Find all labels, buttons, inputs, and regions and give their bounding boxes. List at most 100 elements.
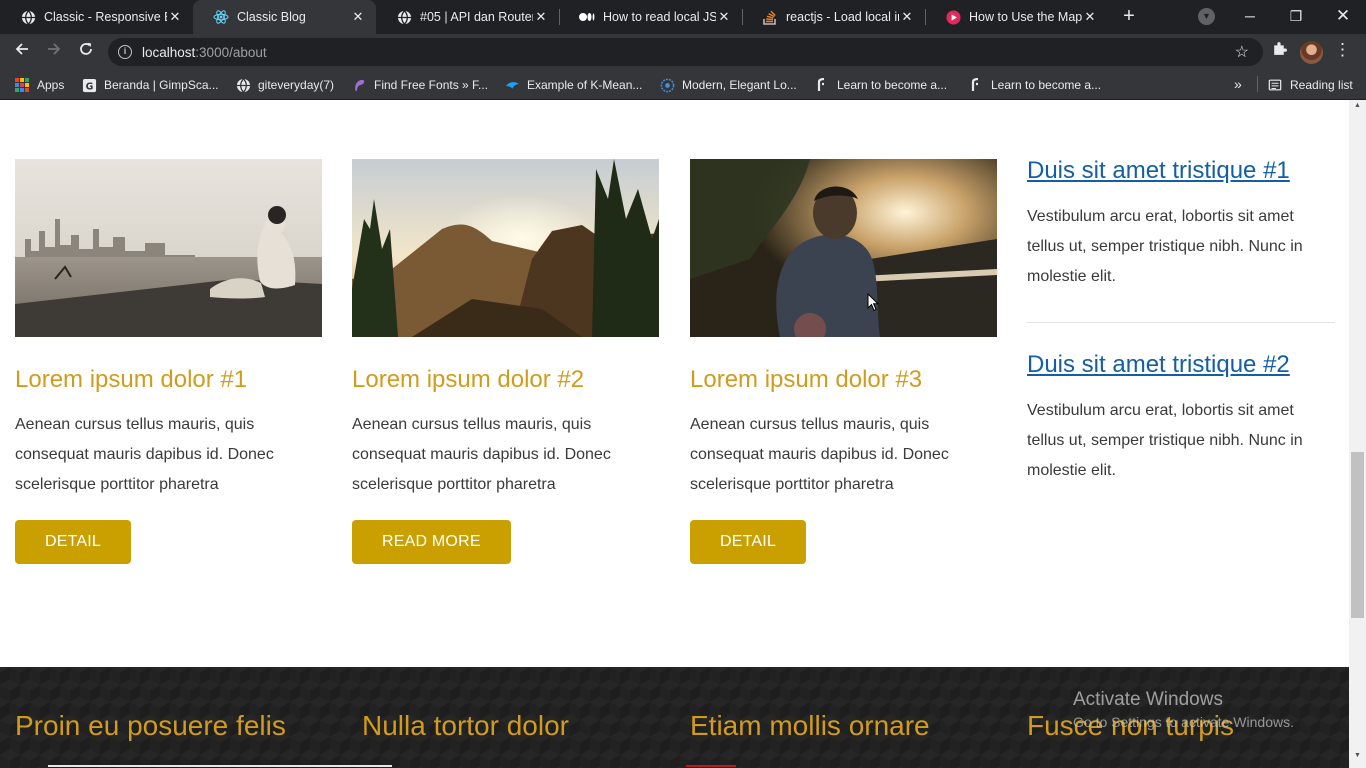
new-tab-button[interactable]: +	[1118, 5, 1140, 27]
bookmark-label: Learn to become a...	[837, 78, 948, 92]
bookmark-star-icon[interactable]: ☆	[1235, 42, 1249, 62]
browser-toolbar: i localhost:3000/about ☆	[0, 34, 1366, 70]
address-bar[interactable]: i localhost:3000/about ☆	[108, 38, 1263, 66]
tab-classic-blog[interactable]: Classic Blog ✕	[193, 0, 376, 34]
profile-avatar[interactable]	[1300, 41, 1323, 64]
bookmarks-overflow-icon[interactable]: »	[1234, 76, 1242, 92]
sidebar-post-text: Vestibulum arcu erat, lobortis sit amet …	[1027, 208, 1303, 285]
minimize-icon[interactable]: ─	[1237, 4, 1263, 28]
bookmark-gimpscape[interactable]: G Beranda | GimpSca...	[81, 76, 219, 94]
post-title[interactable]: Lorem ipsum dolor #1	[15, 365, 322, 395]
scrollbar-thumb[interactable]	[1351, 452, 1364, 618]
bookmark-roadmap-1[interactable]: Learn to become a...	[814, 76, 947, 94]
footer-heading: Nulla tortor dolor	[362, 710, 569, 741]
post-image-1[interactable]	[15, 159, 322, 337]
tab-use-map[interactable]: How to Use the Map() ✕	[925, 0, 1108, 34]
bookmark-label: Modern, Elegant Lo...	[682, 78, 797, 92]
post-image-3[interactable]	[690, 159, 997, 337]
footer-heading: Etiam mollis ornare	[690, 710, 930, 741]
tab-title: reactjs - Load local im	[786, 10, 899, 24]
bookmark-label: Find Free Fonts » F...	[374, 78, 489, 92]
medium-icon	[579, 9, 595, 25]
bookmark-modern-elegant[interactable]: Modern, Elegant Lo...	[659, 76, 797, 94]
tab-title: Classic - Responsive Bl	[44, 10, 167, 24]
sidebar-posts: Duis sit amet tristique #1 Vestibulum ar…	[1027, 155, 1335, 516]
scroll-up-arrow-icon[interactable]: ▲	[1349, 102, 1366, 112]
tab-classic-responsive[interactable]: Classic - Responsive Bl ✕	[0, 0, 193, 34]
roadmap-icon	[814, 77, 830, 93]
scroll-down-arrow-icon[interactable]: ▼	[1349, 752, 1366, 766]
close-tab-icon[interactable]: ✕	[1082, 9, 1098, 25]
bookmark-label: Learn to become a...	[991, 78, 1102, 92]
sidebar-post-link[interactable]: Duis sit amet tristique #2	[1027, 349, 1335, 381]
footer-divider	[48, 765, 392, 767]
post-card-1: Lorem ipsum dolor #1 Aenean cursus tellu…	[15, 159, 322, 564]
activate-windows-subtitle: Go to Settings to activate Windows.	[1073, 714, 1294, 730]
bookmark-roadmap-2[interactable]: Learn to become a...	[968, 76, 1101, 94]
bird-icon	[504, 77, 520, 93]
video-icon	[945, 9, 961, 25]
tab-api-router[interactable]: #05 | API dan Router d ✕	[376, 0, 559, 34]
detail-button[interactable]: DETAIL	[15, 520, 132, 564]
tab-read-local-json[interactable]: How to read local JSO ✕	[559, 0, 742, 34]
tab-search-icon[interactable]: ▼	[1198, 8, 1215, 25]
back-icon[interactable]	[10, 40, 34, 64]
close-tab-icon[interactable]: ✕	[716, 9, 732, 25]
page-scrollbar[interactable]: ▲ ▼	[1349, 100, 1366, 768]
bookmarks-divider	[1257, 76, 1258, 92]
bookmark-kmeans[interactable]: Example of K-Mean...	[504, 76, 642, 94]
bookmark-giteveryday[interactable]: giteveryday(7)	[235, 76, 334, 94]
detail-button[interactable]: DETAIL	[690, 520, 807, 564]
globe-icon	[396, 9, 412, 25]
tab-title: How to Use the Map()	[969, 10, 1082, 24]
bookmark-apps[interactable]: Apps	[14, 76, 64, 94]
close-tab-icon[interactable]: ✕	[167, 9, 183, 25]
bookmark-label: Beranda | GimpSca...	[104, 78, 219, 92]
tab-title: Classic Blog	[237, 10, 306, 24]
close-tab-icon[interactable]: ✕	[533, 9, 549, 25]
post-excerpt: Aenean cursus tellus mauris, quis conseq…	[352, 416, 611, 493]
close-tab-icon[interactable]: ✕	[350, 9, 366, 25]
mouse-cursor-icon	[867, 293, 879, 312]
activate-windows-title: Activate Windows	[1073, 689, 1223, 710]
extensions-icon[interactable]	[1269, 40, 1289, 60]
more-menu-icon[interactable]: ⋮	[1334, 40, 1351, 60]
globe-icon	[235, 77, 251, 93]
globe-icon	[20, 9, 36, 25]
apps-icon	[14, 77, 30, 93]
tab-strip: Classic - Responsive Bl ✕ Classic Blog ✕…	[0, 0, 1366, 34]
bookmarks-bar: Apps G Beranda | GimpSca... giteveryday(…	[0, 70, 1366, 100]
badge-icon	[659, 77, 675, 93]
post-title[interactable]: Lorem ipsum dolor #3	[690, 365, 997, 395]
reading-list-label: Reading list	[1290, 78, 1353, 92]
tab-reactjs-load-local[interactable]: reactjs - Load local im ✕	[742, 0, 925, 34]
post-card-2: Lorem ipsum dolor #2 Aenean cursus tellu…	[352, 159, 659, 564]
forward-icon[interactable]	[42, 40, 66, 64]
reload-icon[interactable]	[74, 40, 98, 64]
post-card-3: Lorem ipsum dolor #3 Aenean cursus tellu…	[690, 159, 997, 564]
close-tab-icon[interactable]: ✕	[899, 9, 915, 25]
read-more-button[interactable]: READ MORE	[352, 520, 511, 564]
url-path: :3000/about	[195, 45, 267, 60]
reading-list-button[interactable]: Reading list	[1267, 76, 1353, 94]
reading-list-icon	[1267, 77, 1283, 93]
bookmark-free-fonts[interactable]: Find Free Fonts » F...	[351, 76, 488, 94]
footer-accent-bar	[686, 765, 736, 767]
gimp-icon: G	[81, 77, 97, 93]
react-icon	[213, 9, 229, 25]
post-title[interactable]: Lorem ipsum dolor #2	[352, 365, 659, 395]
sidebar-post-text: Vestibulum arcu erat, lobortis sit amet …	[1027, 402, 1303, 479]
bookmark-label: Example of K-Mean...	[527, 78, 643, 92]
restore-icon[interactable]: ❐	[1283, 4, 1309, 28]
window-close-icon[interactable]: ✕	[1330, 4, 1356, 28]
url-text: localhost:3000/about	[142, 45, 267, 60]
post-excerpt: Aenean cursus tellus mauris, quis conseq…	[15, 416, 274, 493]
post-image-2[interactable]	[352, 159, 659, 337]
sidebar-post-1: Duis sit amet tristique #1 Vestibulum ar…	[1027, 155, 1335, 322]
site-info-icon[interactable]: i	[118, 45, 132, 59]
page-viewport: Lorem ipsum dolor #1 Aenean cursus tellu…	[0, 100, 1349, 768]
bookmark-label: Apps	[37, 78, 65, 92]
sidebar-post-2: Duis sit amet tristique #2 Vestibulum ar…	[1027, 322, 1335, 516]
url-host: localhost	[142, 45, 196, 60]
sidebar-post-link[interactable]: Duis sit amet tristique #1	[1027, 155, 1335, 187]
